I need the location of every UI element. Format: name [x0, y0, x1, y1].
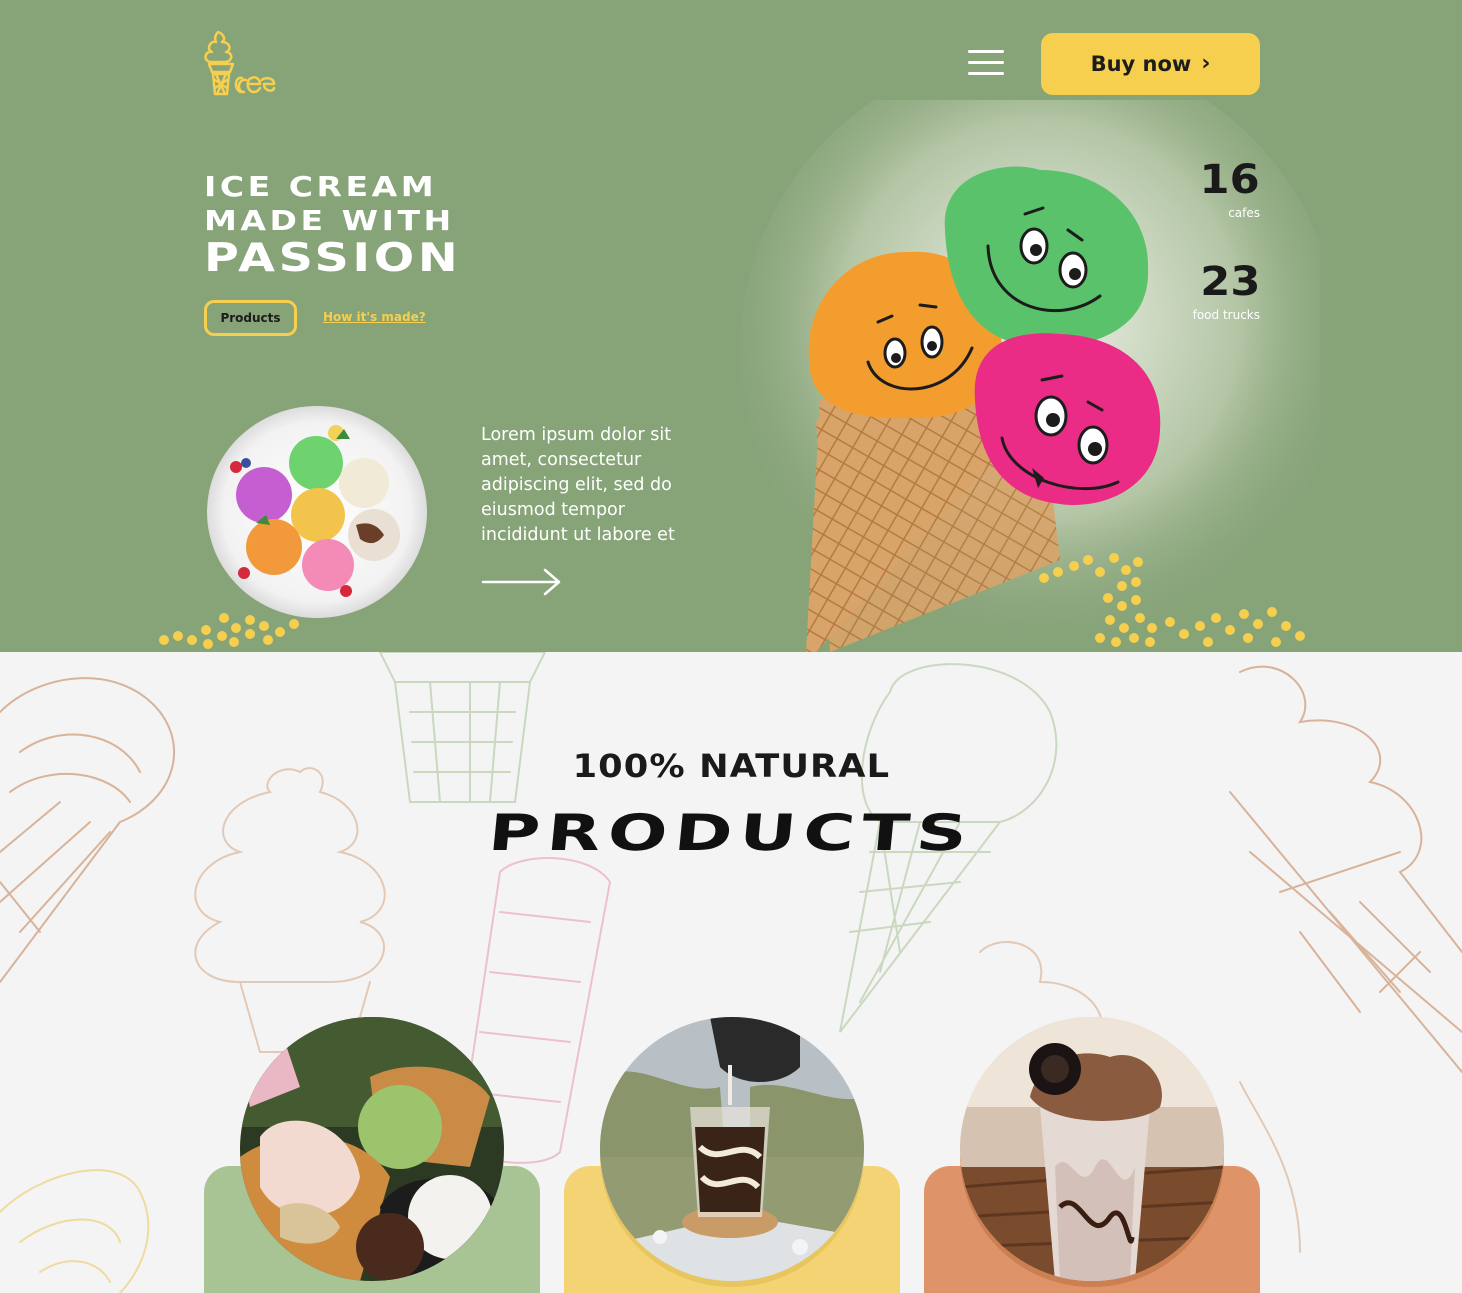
hero-title: ICE CREAM MADE WITH PASSION — [204, 170, 458, 280]
stat-label: cafes — [1228, 206, 1260, 220]
menu-line — [968, 50, 1004, 53]
hero-section: Buy now › ICE CREAM MADE WITH PASSION Pr… — [0, 0, 1462, 652]
decorative-dots — [159, 613, 299, 649]
how-its-made-link[interactable]: How it's made? — [323, 310, 426, 324]
arrow-right-icon[interactable] — [481, 566, 565, 598]
stat-label: food trucks — [1192, 308, 1260, 322]
iced-coffee-image[interactable] — [600, 1017, 864, 1281]
stat-value: 16 — [1199, 157, 1260, 203]
decorative-dots — [1039, 553, 1305, 647]
hero-title-line3: PASSION — [204, 236, 462, 281]
products-button[interactable]: Products — [204, 300, 297, 336]
waffle-cone-image[interactable] — [240, 1017, 504, 1281]
chevron-right-icon: › — [1201, 50, 1211, 76]
menu-line — [968, 61, 1004, 64]
iced-coffee-photo — [600, 1017, 864, 1281]
products-title: PRODUCTS — [0, 804, 1462, 862]
subtitle-text: 100% NATURAL — [572, 747, 890, 785]
title-text: PRODUCTS — [485, 804, 977, 862]
waffle-cone-photo — [240, 1017, 504, 1281]
hamburger-menu-icon[interactable] — [968, 50, 1004, 78]
hero-title-line1: ICE CREAM — [204, 170, 438, 203]
stat-value: 23 — [1199, 259, 1260, 305]
hero-description: Lorem ipsum dolor sit amet, consectetur … — [481, 425, 675, 545]
products-section: 100% NATURAL PRODUCTS — [0, 652, 1462, 1293]
buy-now-button[interactable]: Buy now › — [1041, 33, 1260, 95]
menu-line — [968, 72, 1004, 75]
stat-cafes: 16 cafes — [1200, 160, 1260, 220]
buy-now-label: Buy now — [1090, 52, 1192, 76]
ice-cream-plate-image — [207, 406, 427, 618]
products-subtitle: 100% NATURAL — [0, 747, 1462, 785]
milkshake-photo — [960, 1017, 1224, 1281]
stat-food-trucks: 23 food trucks — [1193, 262, 1260, 322]
milkshake-image[interactable] — [960, 1017, 1224, 1281]
hero-title-line2: MADE WITH — [204, 204, 455, 237]
ice-cream-logo-icon[interactable] — [204, 28, 278, 100]
